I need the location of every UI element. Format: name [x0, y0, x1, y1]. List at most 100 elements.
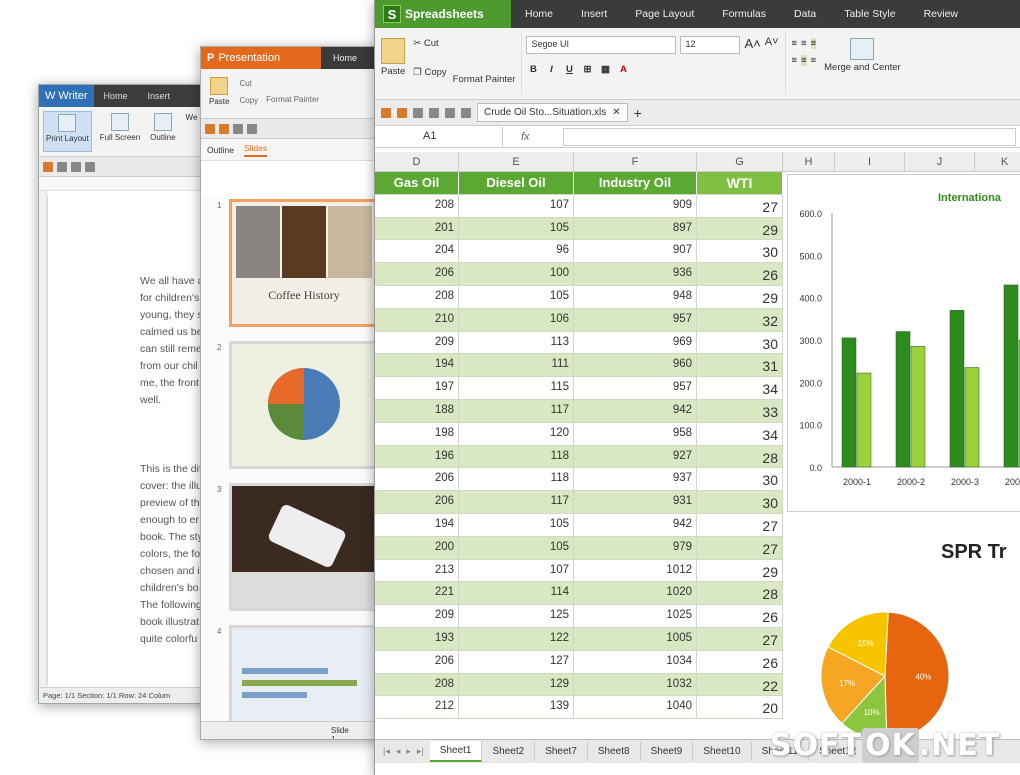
presentation-cut-button[interactable]: Cut [239, 79, 258, 88]
save-icon[interactable] [397, 107, 407, 118]
cell[interactable]: 30 [697, 491, 783, 514]
outline-button[interactable]: Outline [148, 111, 177, 152]
align-center-icon[interactable]: ≡ [801, 55, 807, 66]
cell[interactable]: 958 [574, 422, 697, 446]
cell[interactable]: 969 [574, 331, 697, 355]
open-icon[interactable] [205, 123, 215, 134]
first-sheet-icon[interactable]: |◂ [383, 746, 390, 757]
bar[interactable] [841, 337, 857, 468]
cell[interactable]: 29 [697, 559, 783, 583]
cell[interactable]: 115 [459, 377, 574, 400]
cell[interactable]: 927 [574, 445, 697, 469]
cell[interactable]: 27 [697, 194, 783, 218]
cell[interactable]: 200 [375, 536, 459, 560]
redo-icon[interactable] [461, 107, 471, 118]
tab-slides[interactable]: Slides [243, 143, 268, 157]
print-layout-button[interactable]: Print Layout [43, 111, 92, 152]
cell[interactable]: 206 [375, 650, 459, 674]
tab-page-layout[interactable]: Page Layout [621, 8, 708, 20]
column-header[interactable]: I [835, 152, 905, 172]
data-grid[interactable]: Gas Oil Diesel Oil Industry Oil WTI 208 107 90… [375, 172, 785, 720]
cell[interactable]: 907 [574, 240, 697, 264]
cell[interactable]: 30 [697, 468, 783, 492]
writer-tab-insert[interactable]: Insert [138, 91, 181, 101]
bar[interactable] [856, 372, 872, 468]
cell[interactable]: 29 [697, 217, 783, 241]
cell[interactable]: 117 [459, 491, 574, 514]
cell[interactable]: 113 [459, 331, 574, 355]
preview-icon[interactable] [429, 107, 439, 118]
cell[interactable]: 204 [375, 240, 459, 264]
cell[interactable]: 942 [574, 399, 697, 423]
cell[interactable]: 208 [375, 673, 459, 697]
cell[interactable]: 127 [459, 650, 574, 674]
italic-button[interactable]: I [544, 64, 558, 75]
cell[interactable]: 28 [697, 582, 783, 606]
cell[interactable]: 208 [375, 285, 459, 309]
print-icon[interactable] [71, 161, 81, 172]
cell[interactable]: 942 [574, 513, 697, 537]
undo-icon[interactable] [445, 107, 455, 118]
cell[interactable]: 210 [375, 308, 459, 332]
bar[interactable] [895, 331, 911, 468]
cell[interactable]: 212 [375, 696, 459, 720]
cell[interactable]: 30 [697, 240, 783, 264]
tab-insert[interactable]: Insert [567, 8, 621, 20]
cell[interactable]: 937 [574, 468, 697, 492]
next-sheet-icon[interactable]: ▸ [406, 746, 411, 757]
cell[interactable]: 139 [459, 696, 574, 720]
cell[interactable]: 931 [574, 491, 697, 514]
cell[interactable]: 979 [574, 536, 697, 560]
cell[interactable]: 1032 [574, 673, 697, 697]
cut-button[interactable]: ✂ Cut [413, 38, 446, 49]
bar[interactable] [964, 367, 980, 468]
cell[interactable]: 27 [697, 536, 783, 560]
cell[interactable]: 206 [375, 491, 459, 514]
tab-formulas[interactable]: Formulas [708, 8, 780, 20]
sheet-tab[interactable]: Sheet2 [482, 742, 536, 761]
underline-button[interactable]: U [562, 64, 576, 75]
writer-app-badge[interactable]: W Writer [39, 85, 94, 107]
document-tab[interactable]: Crude Oil Sto...Situation.xls ✕ [477, 103, 628, 122]
grow-font-icon[interactable]: A˄ [744, 36, 760, 54]
column-title[interactable]: Industry Oil [574, 172, 697, 195]
cell[interactable]: 111 [459, 354, 574, 378]
column-header[interactable]: F [574, 152, 697, 172]
web-layout-button[interactable]: We [184, 111, 200, 152]
close-icon[interactable]: ✕ [612, 107, 620, 118]
cell[interactable]: 209 [375, 605, 459, 628]
slide-thumbnail-2[interactable] [229, 341, 379, 469]
column-header[interactable]: G [697, 152, 783, 172]
cell[interactable]: 105 [459, 513, 574, 537]
slide-thumbnail-3[interactable] [229, 483, 379, 611]
cell[interactable]: 897 [574, 217, 697, 241]
cell[interactable]: 29 [697, 285, 783, 309]
last-sheet-icon[interactable]: ▸| [417, 746, 424, 757]
font-color-icon[interactable]: A [616, 64, 630, 75]
tab-data[interactable]: Data [780, 8, 830, 20]
formula-input[interactable] [563, 127, 1016, 146]
cell[interactable]: 1025 [574, 605, 697, 628]
cell[interactable]: 120 [459, 422, 574, 446]
bar-chart[interactable]: Internationa 0.0 100.0 200.0 300.0 400.0 500.0… [787, 174, 1020, 512]
fx-icon[interactable]: fx [503, 131, 563, 143]
tab-outline[interactable]: Outline [207, 145, 234, 155]
print-icon[interactable] [413, 107, 423, 118]
cell[interactable]: 100 [459, 263, 574, 286]
cell[interactable]: 107 [459, 559, 574, 583]
column-header[interactable]: K [975, 152, 1020, 172]
bold-button[interactable]: B [526, 64, 540, 75]
undo-icon[interactable] [247, 123, 257, 134]
cell[interactable]: 32 [697, 308, 783, 332]
tab-review[interactable]: Review [910, 8, 972, 20]
font-name-select[interactable]: Segoe UI [526, 36, 677, 54]
cell[interactable]: 194 [375, 513, 459, 537]
tab-table-style[interactable]: Table Style [830, 8, 909, 20]
font-size-select[interactable]: 12 [680, 36, 741, 54]
full-screen-button[interactable]: Full Screen [98, 111, 142, 152]
cell[interactable]: 27 [697, 627, 783, 651]
column-title[interactable]: Diesel Oil [459, 172, 574, 195]
cell[interactable]: 34 [697, 377, 783, 400]
cell[interactable]: 960 [574, 354, 697, 378]
save-icon[interactable] [57, 161, 67, 172]
